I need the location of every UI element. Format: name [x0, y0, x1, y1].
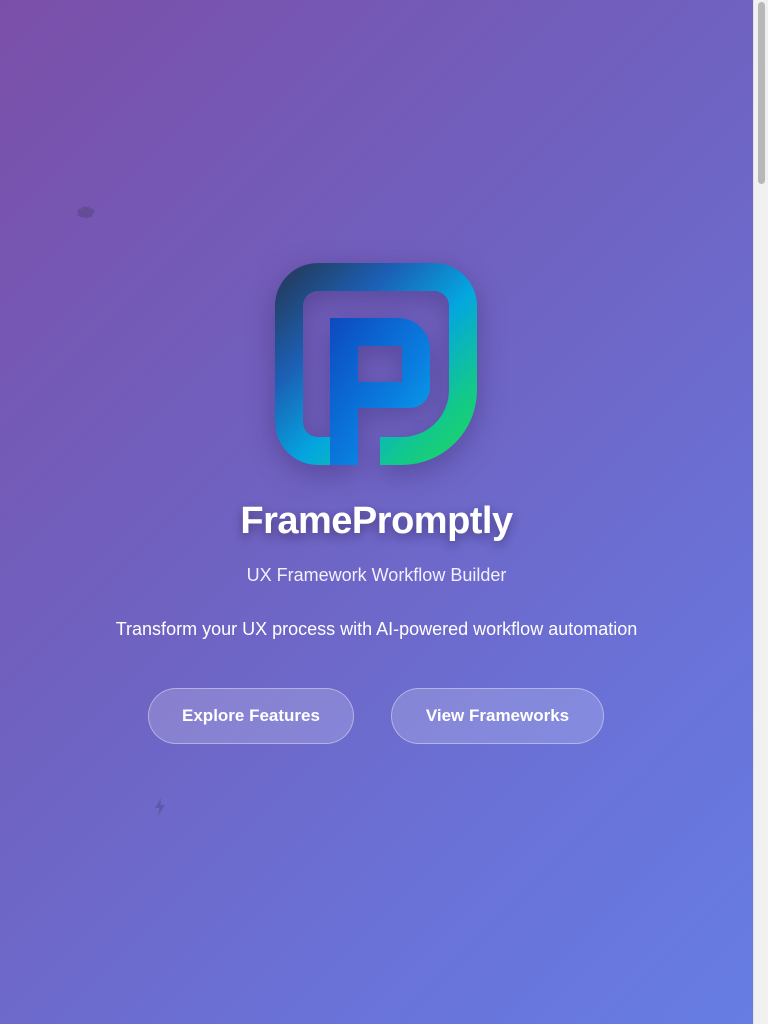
lightning-icon: [155, 798, 165, 816]
view-frameworks-button[interactable]: View Frameworks: [391, 688, 604, 744]
vertical-scrollbar[interactable]: [753, 0, 768, 1024]
brain-icon: [76, 206, 95, 219]
app-subtitle: UX Framework Workflow Builder: [246, 565, 507, 585]
explore-features-button[interactable]: Explore Features: [148, 688, 354, 744]
scrollbar-thumb[interactable]: [758, 2, 765, 184]
p-frame-logo-icon: [275, 263, 477, 465]
tagline: Transform your UX process with AI-powere…: [115, 619, 638, 639]
hero-section: FramePromptly UX Framework Workflow Buil…: [0, 0, 753, 1024]
app-title: FramePromptly: [240, 500, 513, 542]
